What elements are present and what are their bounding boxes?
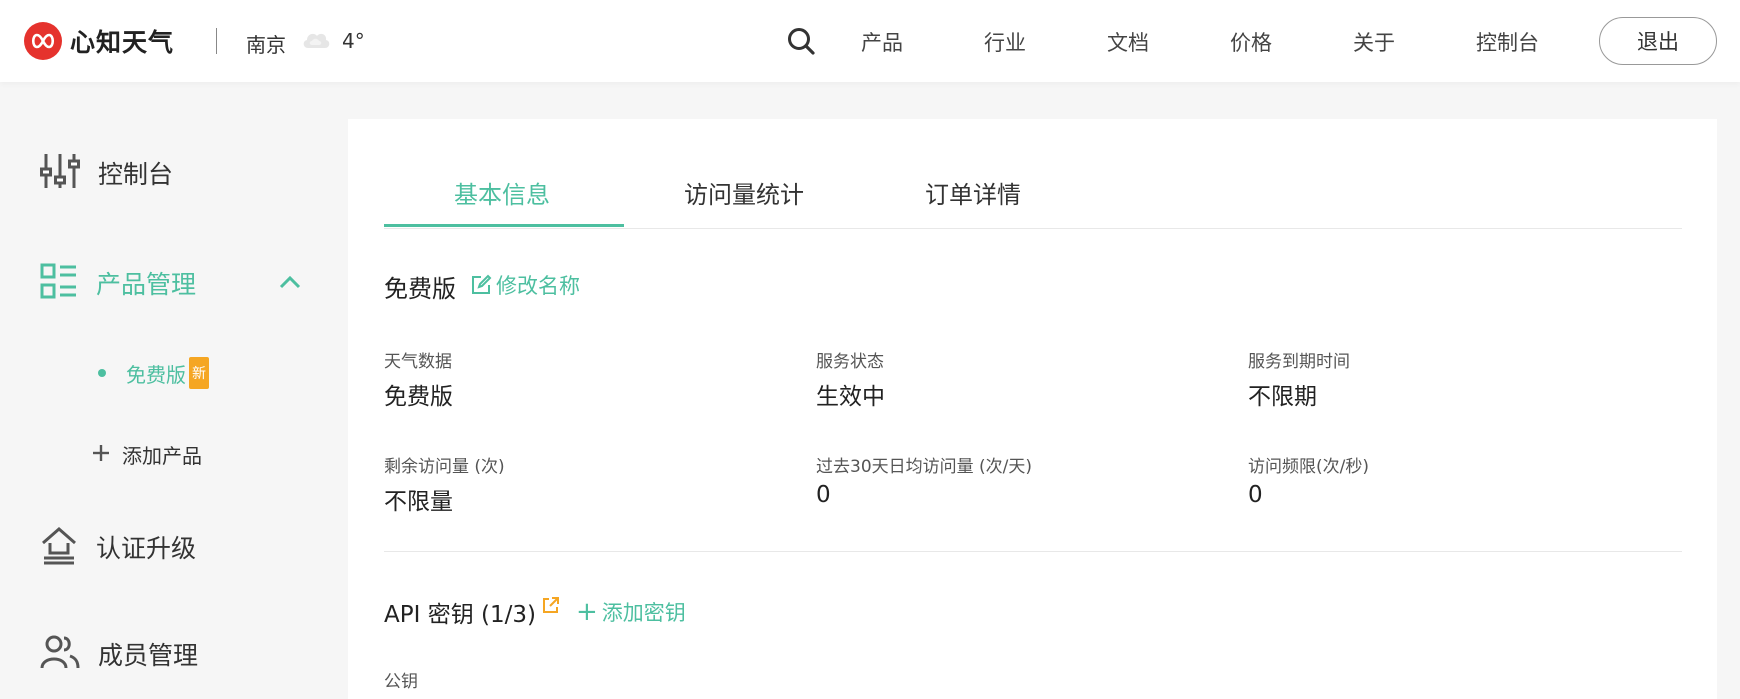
- cloudy-icon: [300, 26, 332, 56]
- nav-products[interactable]: 产品: [861, 27, 903, 57]
- add-key-label: 添加密钥: [601, 601, 686, 625]
- api-keys-title: API 密钥 (1/3): [384, 602, 536, 628]
- tab-traffic-stats[interactable]: 访问量统计: [684, 175, 804, 210]
- field-value-expiry: 不限期: [1248, 384, 1317, 410]
- sidebar-subitem-label: 添加产品: [122, 444, 202, 468]
- nav-docs[interactable]: 文档: [1107, 27, 1149, 57]
- logout-button[interactable]: 退出: [1599, 17, 1717, 65]
- header-divider: [216, 28, 217, 54]
- field-label-daily-avg: 过去30天日均访问量 (次/天): [816, 457, 1033, 477]
- field-label-remaining-calls: 剩余访问量 (次): [384, 457, 505, 477]
- rename-label: 修改名称: [496, 274, 580, 298]
- plus-icon: [92, 444, 110, 466]
- city-name[interactable]: 南京: [246, 29, 286, 58]
- field-label-service-status: 服务状态: [816, 352, 884, 372]
- sidebar-item-label: 成员管理: [98, 641, 199, 670]
- plus-icon: +: [576, 597, 598, 627]
- sidebar-item-label: 控制台: [98, 160, 174, 189]
- field-value-service-status: 生效中: [816, 384, 885, 410]
- field-label-weather-data: 天气数据: [384, 352, 452, 372]
- temperature: 4°: [342, 29, 365, 53]
- main-panel: 基本信息 访问量统计 订单详情 免费版 修改名称 天气数据 免费版 服务状态 生…: [348, 119, 1717, 699]
- external-link-icon[interactable]: [541, 595, 561, 619]
- sidebar-item-label: 产品管理: [96, 270, 197, 299]
- field-label-expiry: 服务到期时间: [1248, 352, 1350, 372]
- rename-button[interactable]: 修改名称: [470, 270, 580, 300]
- field-value-remaining-calls: 不限量: [384, 489, 453, 515]
- add-key-button[interactable]: + 添加密钥: [576, 597, 686, 627]
- search-icon[interactable]: [786, 26, 816, 60]
- nav-pricing[interactable]: 价格: [1230, 27, 1272, 57]
- field-value-rate-limit: 0: [1248, 482, 1263, 508]
- nav-console[interactable]: 控制台: [1476, 27, 1539, 57]
- sidebar-item-member-mgmt[interactable]: 成员管理: [40, 634, 198, 674]
- sidebar-subitem-label: 免费版: [126, 362, 186, 387]
- sidebar-subitem-add-product[interactable]: 添加产品: [92, 440, 202, 469]
- upload-arrow-icon: [40, 525, 78, 569]
- active-tab-indicator: [384, 224, 624, 227]
- chevron-up-icon[interactable]: [279, 274, 301, 293]
- nav-industry[interactable]: 行业: [984, 27, 1026, 57]
- edit-icon: [472, 274, 492, 294]
- field-value-weather-data: 免费版: [384, 384, 453, 410]
- field-label-rate-limit: 访问频限(次/秒): [1248, 457, 1369, 477]
- tab-order-details[interactable]: 订单详情: [925, 175, 1021, 210]
- nav-about[interactable]: 关于: [1353, 27, 1395, 57]
- tab-bar: 基本信息 访问量统计 订单详情: [384, 119, 1682, 229]
- sidebar-item-auth-upgrade[interactable]: 认证升级: [40, 525, 196, 569]
- section-divider: [384, 551, 1682, 552]
- layout-grid-icon: [40, 263, 78, 303]
- top-header: 心知天气 南京 4° 产品 行业 文档 价格 关于 控制台 退出: [0, 0, 1740, 82]
- users-icon: [40, 634, 80, 674]
- sidebar-subitem-free-plan[interactable]: 免费版 新: [98, 357, 209, 389]
- sidebar-item-product-mgmt[interactable]: 产品管理: [40, 263, 196, 303]
- field-value-daily-avg: 0: [816, 482, 831, 508]
- logo-icon: [24, 22, 62, 60]
- plan-name: 免费版: [384, 275, 456, 303]
- tab-basic-info[interactable]: 基本信息: [454, 175, 550, 210]
- brand-name: 心知天气: [70, 28, 175, 57]
- active-dot: [98, 369, 106, 377]
- brand-logo[interactable]: 心知天气: [24, 22, 174, 60]
- sidebar-item-console[interactable]: 控制台: [40, 151, 173, 195]
- new-badge: 新: [189, 357, 209, 389]
- public-key-label: 公钥: [384, 672, 418, 692]
- sidebar-item-label: 认证升级: [96, 534, 197, 563]
- sliders-icon: [40, 151, 80, 195]
